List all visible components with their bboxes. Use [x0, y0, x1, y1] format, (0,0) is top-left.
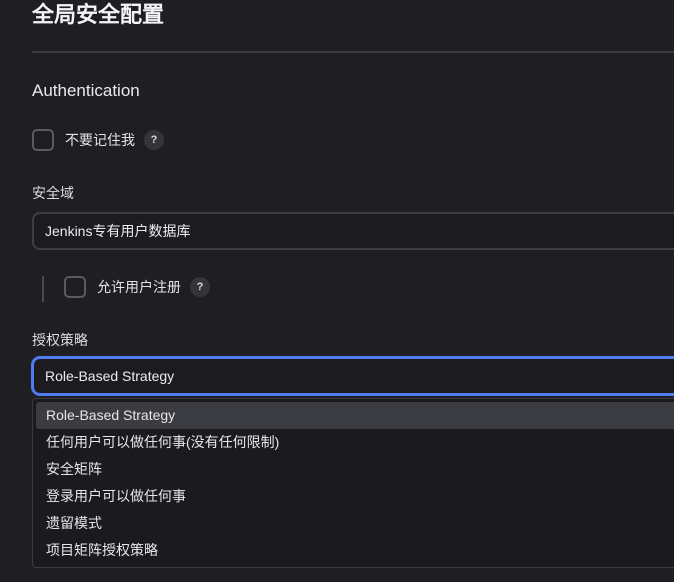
dropdown-option[interactable]: 登录用户可以做任何事 — [36, 483, 674, 510]
allow-signup-row: 允许用户注册 ? — [64, 275, 210, 299]
help-icon[interactable]: ? — [144, 130, 164, 150]
dropdown-option[interactable]: 项目矩阵授权策略 — [36, 537, 674, 564]
global-security-config-page: 全局安全配置 Authentication 不要记住我 ? 安全域 Jenkin… — [0, 0, 674, 582]
dropdown-option[interactable]: 遗留模式 — [36, 510, 674, 537]
help-icon[interactable]: ? — [190, 277, 210, 297]
remember-me-checkbox[interactable] — [32, 129, 54, 151]
allow-signup-label[interactable]: 允许用户注册 — [97, 277, 181, 297]
title-divider — [32, 51, 674, 53]
remember-me-row: 不要记住我 ? — [32, 128, 164, 152]
dropdown-option[interactable]: 任何用户可以做任何事(没有任何限制) — [36, 429, 674, 456]
authorization-strategy-label: 授权策略 — [32, 332, 88, 348]
security-realm-select[interactable]: Jenkins专有用户数据库 — [32, 212, 674, 250]
security-realm-label: 安全域 — [32, 185, 74, 201]
dropdown-option[interactable]: 安全矩阵 — [36, 456, 674, 483]
page-title: 全局安全配置 — [32, 2, 165, 27]
authorization-strategy-select[interactable]: Role-Based Strategy — [32, 357, 674, 395]
dropdown-option[interactable]: Role-Based Strategy — [36, 402, 674, 429]
allow-signup-checkbox[interactable] — [64, 276, 86, 298]
authentication-heading: Authentication — [32, 81, 140, 100]
authorization-strategy-dropdown: Role-Based Strategy 任何用户可以做任何事(没有任何限制) 安… — [32, 398, 674, 568]
nested-section-bar — [42, 276, 44, 302]
remember-me-label[interactable]: 不要记住我 — [65, 130, 135, 150]
